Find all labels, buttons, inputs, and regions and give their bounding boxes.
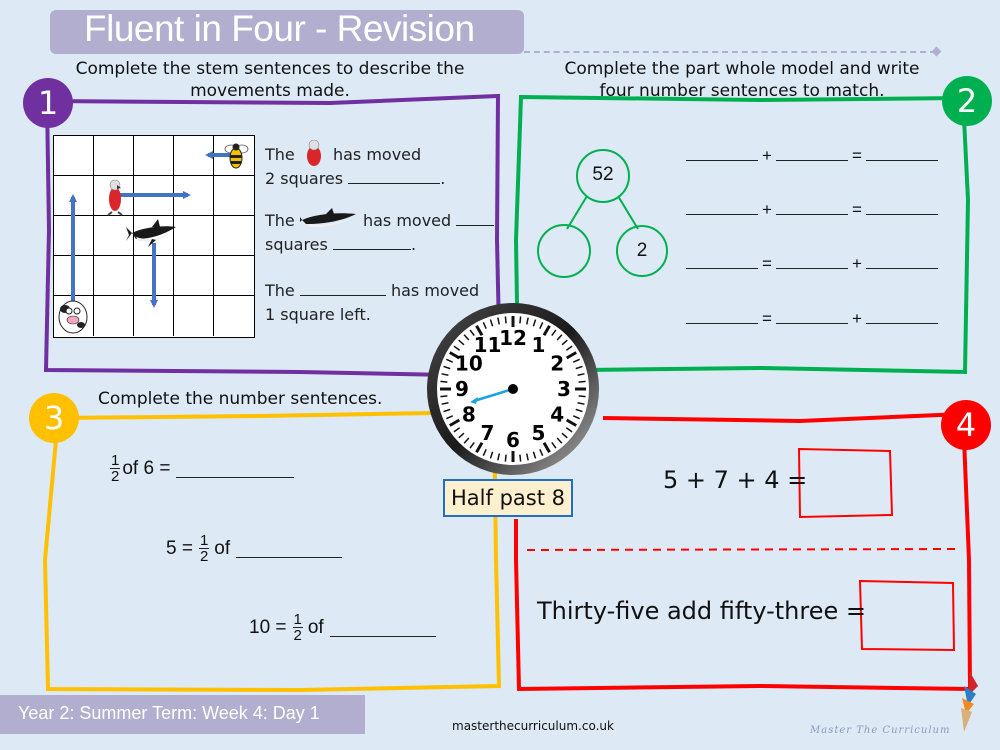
clock-number: 11 (474, 333, 502, 357)
fraction: 12 (198, 532, 210, 565)
q3-instruction: Complete the number sentences. (98, 389, 383, 409)
clock-tick (578, 395, 586, 398)
clock-time-label: Half past 8 (443, 479, 573, 517)
fraction: 12 (110, 452, 121, 485)
shark-icon (126, 219, 176, 247)
term-label: Year 2: Summer Term: Week 4: Day 1 (18, 703, 320, 723)
q4-answer-input-2[interactable] (861, 583, 954, 649)
q2-instruction: Complete the part whole model and write … (532, 58, 952, 102)
parrot-icon (306, 139, 321, 166)
q3-line-3: 10 = 12 of (249, 612, 436, 643)
clock-tick (519, 316, 522, 324)
answer-blank[interactable] (299, 281, 386, 296)
clock-tick (578, 380, 586, 383)
q4-sum-2: Thirty-five add fifty-three = (537, 597, 867, 625)
answer-blank[interactable] (176, 476, 295, 478)
answer-blank[interactable] (456, 211, 495, 226)
clock-tick (519, 454, 522, 462)
part-a-value[interactable] (539, 240, 589, 262)
clock-number: 4 (550, 403, 564, 427)
cow-icon (58, 300, 88, 334)
number-sentence-2: + = (682, 200, 942, 220)
part-b-value: 2 (636, 240, 648, 261)
stem-sentence-1: The has moved 2 squares . (265, 139, 445, 191)
clock-number: 3 (557, 377, 571, 401)
clock-number: 12 (499, 326, 527, 350)
answer-blank[interactable] (865, 267, 938, 269)
clock-tick (504, 454, 507, 462)
fraction: 12 (292, 611, 303, 644)
clock-number: 2 (550, 352, 564, 376)
q4-sum-1: 5 + 7 + 4 = (663, 466, 808, 494)
answer-blank[interactable] (332, 235, 411, 250)
clock-number: 5 (532, 421, 546, 445)
clock-number: 1 (532, 333, 546, 357)
q3-line-1: 12 of 6 = (108, 452, 295, 485)
q3-line-2: 5 = 12 of (166, 532, 343, 565)
question-badge-4: 4 (941, 400, 991, 450)
q1-instruction-line1: Complete the stem sentences to describe … (75, 59, 465, 79)
number-sentence-1: + = (682, 146, 942, 166)
shark-icon (297, 208, 356, 228)
answer-blank[interactable] (865, 159, 938, 161)
answer-blank[interactable] (686, 213, 758, 215)
answer-blank[interactable] (686, 267, 758, 269)
answer-blank[interactable] (865, 322, 938, 324)
movement-overlay (58, 143, 249, 334)
q4-answer-input-1[interactable] (800, 451, 892, 515)
number-sentence-4: = + (682, 309, 942, 329)
question-badge-3: 3 (29, 393, 79, 443)
clock-number: 7 (481, 421, 495, 445)
answer-blank[interactable] (348, 169, 441, 184)
whole-value: 52 (592, 164, 614, 185)
q4-divider (526, 548, 961, 551)
stem-sentence-2: The has moved squares . (265, 208, 495, 257)
answer-blank[interactable] (775, 322, 848, 324)
clock-number: 6 (506, 428, 520, 452)
clock-center (508, 384, 518, 394)
clock-number: 8 (462, 403, 476, 427)
q2-instruction-line1: Complete the part whole model and write (564, 59, 920, 79)
answer-blank[interactable] (686, 159, 758, 161)
q1-instruction: Complete the stem sentences to describe … (60, 58, 480, 102)
q1-instruction-line2: movements made. (190, 81, 350, 101)
brand-name: Master The Curriculum (810, 725, 951, 736)
analog-clock: 12 1234567891011 (427, 303, 599, 475)
number-sentence-3: = + (682, 254, 942, 274)
clock-tick (440, 395, 448, 398)
pencil-logo-icon (961, 672, 978, 732)
answer-blank[interactable] (329, 635, 436, 637)
parrot-icon (107, 179, 123, 216)
answer-blank[interactable] (686, 322, 758, 324)
answer-blank[interactable] (775, 213, 848, 215)
answer-blank[interactable] (775, 267, 848, 269)
q2-instruction-line2: four number sentences to match. (599, 81, 885, 101)
website-link[interactable]: masterthecurriculum.co.uk (452, 719, 614, 733)
answer-blank[interactable] (775, 159, 848, 161)
clock-tick (504, 316, 507, 324)
answer-blank[interactable] (236, 556, 343, 558)
clock-number: 9 (455, 377, 469, 401)
clock-tick (440, 380, 448, 383)
answer-blank[interactable] (865, 213, 938, 215)
